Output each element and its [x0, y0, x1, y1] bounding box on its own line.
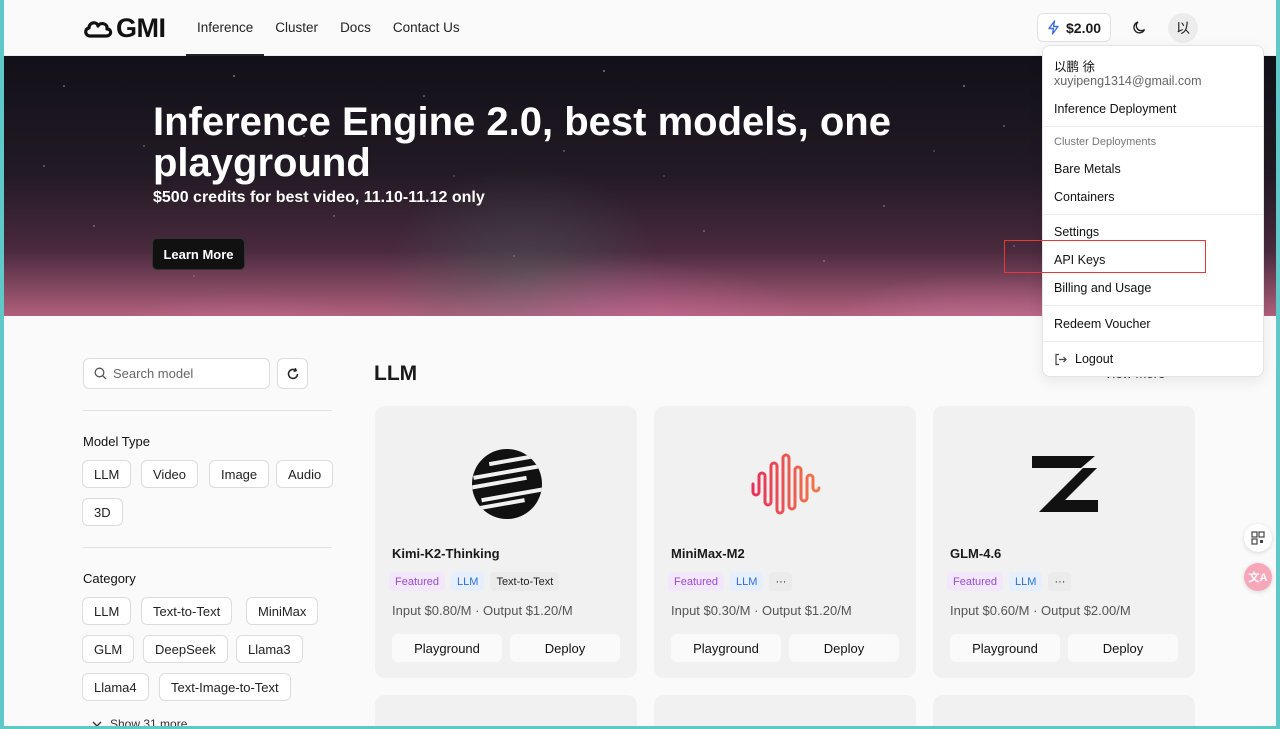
- chip-category-text-to-text[interactable]: Text-to-Text: [141, 597, 233, 625]
- chip-model-type-video[interactable]: Video: [141, 460, 199, 488]
- menu-inference-deployment[interactable]: Inference Deployment: [1054, 102, 1176, 116]
- nav-cluster[interactable]: Cluster: [264, 0, 329, 56]
- search-input[interactable]: Search model: [83, 358, 270, 389]
- menu-divider: [1043, 214, 1263, 215]
- menu-section-cluster: Cluster Deployments: [1054, 136, 1157, 148]
- menu-divider: [1043, 305, 1263, 306]
- tag-featured: Featured: [668, 572, 725, 591]
- tag-list: Featured LLM Text-to-Text: [389, 572, 560, 591]
- tag-list: Featured LLM ···: [668, 572, 793, 591]
- cloud-logo-icon: [84, 20, 113, 38]
- menu-containers[interactable]: Containers: [1054, 190, 1114, 204]
- refresh-icon: [287, 367, 298, 379]
- chip-category-deepseek[interactable]: DeepSeek: [143, 635, 228, 663]
- logout-icon: [1055, 353, 1067, 365]
- avatar[interactable]: 以: [1168, 13, 1198, 43]
- nav-docs[interactable]: Docs: [329, 0, 382, 56]
- search-placeholder: Search model: [113, 366, 194, 381]
- model-card[interactable]: MiniMax-M2 Featured LLM ··· Input $0.30/…: [654, 406, 916, 678]
- model-card-partial[interactable]: [654, 695, 916, 726]
- model-price: Input $0.80/M · Output $1.20/M: [392, 603, 573, 618]
- qr-code-icon: [1251, 531, 1265, 545]
- gmi-logo[interactable]: GMI: [82, 13, 166, 44]
- qr-code-button[interactable]: [1244, 524, 1272, 552]
- playground-button[interactable]: Playground: [671, 634, 781, 662]
- nav-inference[interactable]: Inference: [186, 0, 265, 56]
- show-more-button[interactable]: Show 31 more: [92, 717, 187, 726]
- zhipu-logo-icon: [1029, 448, 1101, 520]
- model-type-title: Model Type: [83, 434, 150, 449]
- minimax-logo-icon: [750, 448, 822, 520]
- user-email: xuyipeng1314@gmail.com: [1054, 74, 1202, 88]
- deploy-button[interactable]: Deploy: [789, 634, 899, 662]
- banner-title: Inference Engine 2.0, best models, one p…: [153, 100, 891, 185]
- kimi-logo-icon: [471, 448, 543, 520]
- logo-text: GMI: [116, 13, 166, 43]
- model-name: GLM-4.6: [950, 546, 1002, 561]
- nav-contact-us[interactable]: Contact Us: [382, 0, 471, 56]
- tag-category: Text-to-Text: [490, 572, 560, 591]
- chip-model-type-llm[interactable]: LLM: [82, 460, 132, 488]
- tag-featured: Featured: [947, 572, 1004, 591]
- chip-category-llm[interactable]: LLM: [82, 597, 132, 625]
- menu-bare-metals[interactable]: Bare Metals: [1054, 162, 1121, 176]
- deploy-button[interactable]: Deploy: [510, 634, 620, 662]
- chip-category-text-image-to-text[interactable]: Text-Image-to-Text: [159, 673, 291, 701]
- main-nav: Inference Cluster Docs Contact Us: [186, 0, 471, 56]
- user-dropdown-menu: 以鹏 徐 xuyipeng1314@gmail.com Inference De…: [1042, 45, 1264, 377]
- app-frame: GMI Inference Cluster Docs Contact Us $2…: [4, 0, 1276, 726]
- tag-more[interactable]: ···: [1048, 572, 1072, 591]
- show-more-label: Show 31 more: [110, 717, 188, 726]
- model-name: MiniMax-M2: [671, 546, 745, 561]
- lightning-icon: [1048, 20, 1059, 35]
- menu-settings[interactable]: Settings: [1054, 225, 1099, 239]
- tag-more[interactable]: ···: [769, 572, 793, 591]
- user-name: 以鹏 徐: [1054, 60, 1095, 74]
- tag-llm: LLM: [451, 572, 485, 591]
- chip-model-type-image[interactable]: Image: [209, 460, 270, 488]
- learn-more-button[interactable]: Learn More: [152, 238, 245, 270]
- chip-category-minimax[interactable]: MiniMax: [246, 597, 319, 625]
- refresh-button[interactable]: [277, 358, 308, 389]
- chip-category-llama3[interactable]: Llama3: [236, 635, 303, 663]
- model-card[interactable]: Kimi-K2-Thinking Featured LLM Text-to-Te…: [375, 406, 637, 678]
- moon-icon: [1132, 20, 1145, 33]
- menu-redeem-voucher[interactable]: Redeem Voucher: [1054, 317, 1151, 331]
- model-name: Kimi-K2-Thinking: [392, 546, 500, 561]
- tag-llm: LLM: [1009, 572, 1043, 591]
- api-keys-highlight-box: [1004, 240, 1206, 273]
- model-card[interactable]: GLM-4.6 Featured LLM ··· Input $0.60/M ·…: [933, 406, 1195, 678]
- banner-subtitle: $500 credits for best video, 11.10-11.12…: [153, 189, 485, 206]
- menu-divider: [1043, 126, 1263, 127]
- tag-list: Featured LLM ···: [947, 572, 1072, 591]
- model-price: Input $0.30/M · Output $1.20/M: [671, 603, 852, 618]
- playground-button[interactable]: Playground: [392, 634, 502, 662]
- chip-model-type-3d[interactable]: 3D: [82, 498, 123, 526]
- section-title: LLM: [374, 362, 418, 385]
- tag-featured: Featured: [389, 572, 446, 591]
- credit-amount: $2.00: [1066, 19, 1102, 36]
- search-icon: [94, 367, 107, 380]
- tag-llm: LLM: [730, 572, 764, 591]
- model-card-partial[interactable]: [375, 695, 637, 726]
- chip-category-llama4[interactable]: Llama4: [82, 673, 149, 701]
- model-card-partial[interactable]: [933, 695, 1195, 726]
- playground-button[interactable]: Playground: [950, 634, 1060, 662]
- credit-balance-button[interactable]: $2.00: [1037, 13, 1112, 42]
- sidebar-divider: [83, 410, 332, 411]
- theme-toggle-button[interactable]: [1127, 15, 1151, 39]
- chip-category-glm[interactable]: GLM: [82, 635, 135, 663]
- chevron-down-icon: [92, 721, 102, 726]
- deploy-button[interactable]: Deploy: [1068, 634, 1178, 662]
- translate-button[interactable]: 文A: [1244, 563, 1272, 591]
- menu-logout[interactable]: Logout: [1054, 352, 1113, 366]
- chip-model-type-audio[interactable]: Audio: [276, 460, 334, 488]
- menu-billing-usage[interactable]: Billing and Usage: [1054, 281, 1151, 295]
- sidebar-divider: [83, 547, 332, 548]
- logout-label: Logout: [1075, 352, 1114, 366]
- category-title: Category: [83, 571, 136, 586]
- model-price: Input $0.60/M · Output $2.00/M: [950, 603, 1131, 618]
- menu-divider: [1043, 341, 1263, 342]
